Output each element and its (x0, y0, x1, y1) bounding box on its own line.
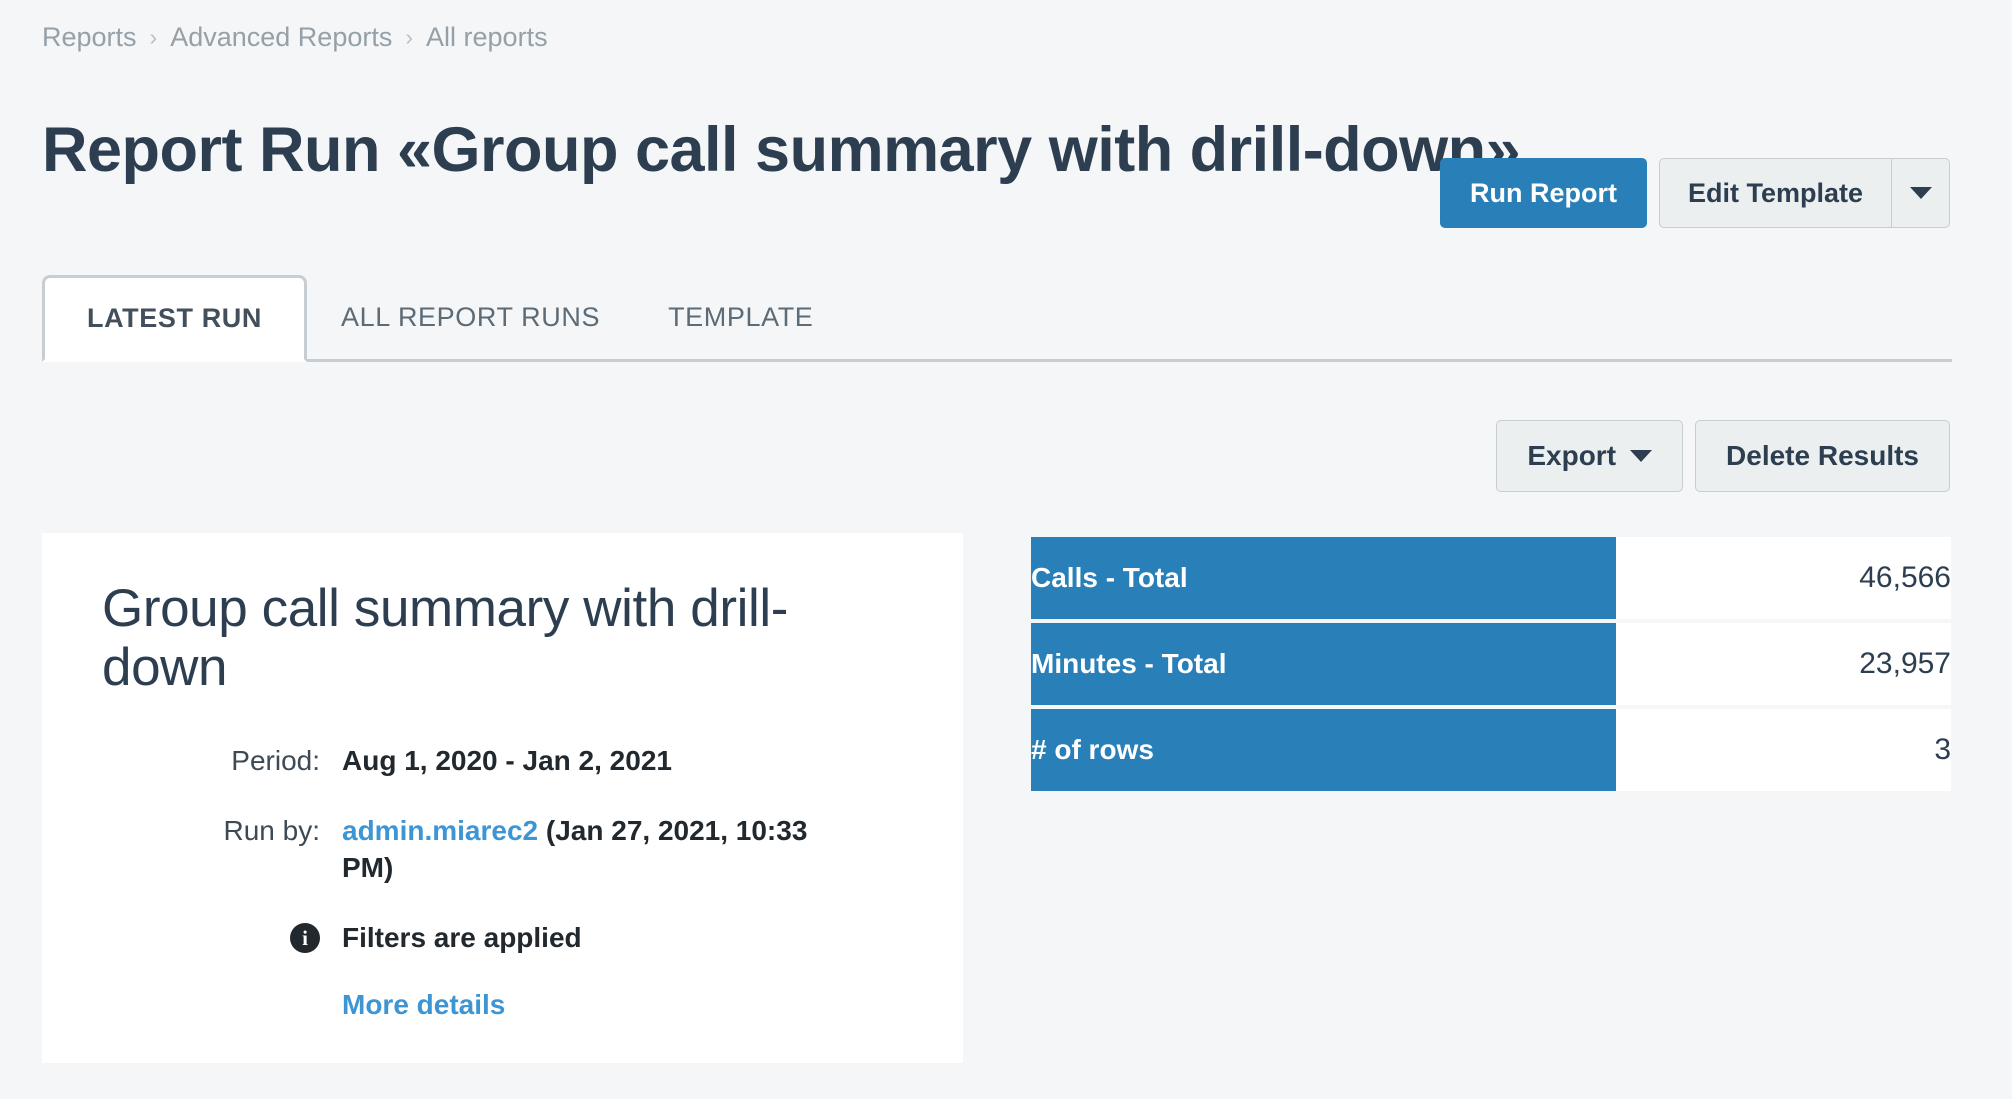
detail-row-run-by: Run by: admin.miarec2 (Jan 27, 2021, 10:… (42, 812, 963, 888)
page-title: Report Run «Group call summary with dril… (42, 115, 1521, 186)
report-summary-table: Calls - Total 46,566 Minutes - Total 23,… (1031, 533, 1951, 795)
stat-label-minutes-total: Minutes - Total (1031, 623, 1616, 705)
table-row: # of rows 3 (1031, 709, 1951, 791)
breadcrumb-separator-icon: › (405, 24, 414, 50)
breadcrumb-item-all-reports[interactable]: All reports (426, 22, 548, 53)
detail-value-period: Aug 1, 2020 - Jan 2, 2021 (342, 744, 672, 776)
delete-results-button[interactable]: Delete Results (1695, 420, 1950, 492)
table-row: Minutes - Total 23,957 (1031, 623, 1951, 705)
breadcrumb: Reports › Advanced Reports › All reports (42, 22, 548, 53)
report-tabs: LATEST RUN ALL REPORT RUNS TEMPLATE (42, 275, 1952, 362)
export-button-label: Export (1527, 440, 1617, 471)
tab-template[interactable]: TEMPLATE (634, 275, 847, 359)
breadcrumb-item-reports[interactable]: Reports (42, 22, 137, 53)
stat-value-calls-total: 46,566 (1616, 537, 1951, 619)
edit-template-split-button: Edit Template (1658, 158, 1950, 228)
run-by-user-link[interactable]: admin.miarec2 (342, 815, 538, 846)
header-actions: Run Report Edit Template (1439, 158, 1950, 228)
edit-template-dropdown-button[interactable] (1892, 158, 1950, 228)
detail-value-filters: Filters are applied (342, 922, 582, 954)
detail-row-period: Period: Aug 1, 2020 - Jan 2, 2021 (42, 742, 963, 780)
chevron-down-icon (1630, 450, 1653, 462)
report-info-title: Group call summary with drill-down (102, 579, 788, 698)
info-circle-icon: i (290, 923, 320, 954)
stat-value-minutes-total: 23,957 (1616, 623, 1951, 705)
chevron-down-icon (1909, 187, 1932, 199)
export-button[interactable]: Export (1496, 420, 1684, 492)
edit-template-button[interactable]: Edit Template (1658, 158, 1892, 228)
report-run-page: Reports › Advanced Reports › All reports… (0, 0, 2012, 1099)
stat-label-calls-total: Calls - Total (1031, 537, 1616, 619)
results-toolbar: Export Delete Results (1496, 420, 1950, 492)
detail-row-more-details: More details (42, 989, 963, 1021)
detail-value-run-by: admin.miarec2 (Jan 27, 2021, 10:33 PM) (342, 812, 842, 888)
breadcrumb-item-advanced-reports[interactable]: Advanced Reports (170, 22, 392, 53)
report-info-details: Period: Aug 1, 2020 - Jan 2, 2021 Run by… (42, 742, 963, 1021)
detail-row-filters: i Filters are applied (42, 919, 963, 957)
tab-latest-run[interactable]: LATEST RUN (42, 275, 307, 362)
breadcrumb-separator-icon: › (149, 24, 158, 50)
report-info-card: Group call summary with drill-down Perio… (42, 533, 963, 1063)
detail-label-period: Period: (231, 744, 320, 776)
stat-label-number-of-rows: # of rows (1031, 709, 1616, 791)
stat-value-number-of-rows: 3 (1616, 709, 1951, 791)
more-details-link[interactable]: More details (342, 989, 505, 1021)
run-report-button[interactable]: Run Report (1439, 158, 1647, 228)
detail-label-run-by: Run by: (223, 814, 321, 846)
table-row: Calls - Total 46,566 (1031, 537, 1951, 619)
tab-all-report-runs[interactable]: ALL REPORT RUNS (307, 275, 634, 359)
detail-label-filters: i (42, 919, 342, 954)
